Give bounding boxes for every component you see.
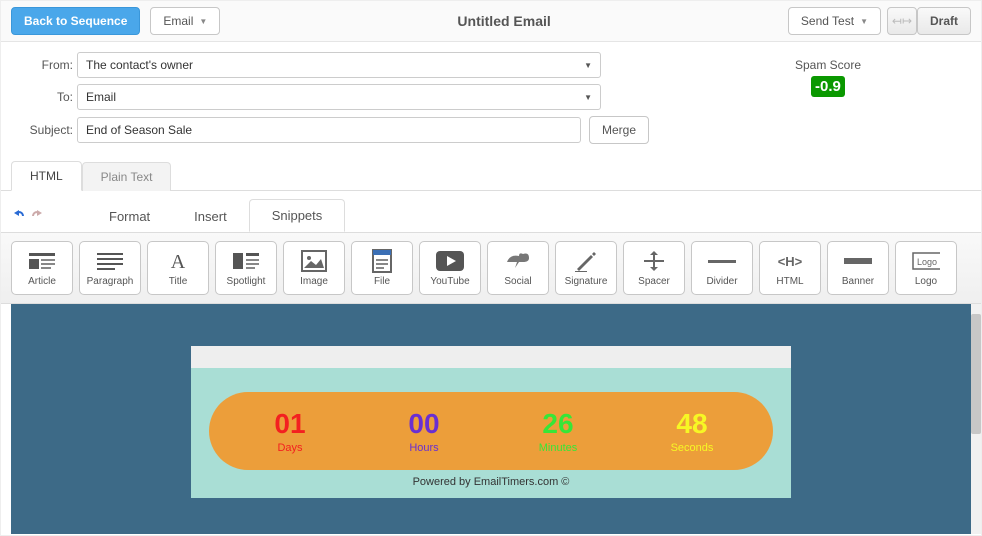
snippet-spacer-button[interactable]: Spacer: [623, 241, 685, 295]
snippet-label: Social: [504, 276, 531, 287]
topbar: Back to Sequence Email Untitled Email Se…: [1, 1, 981, 42]
email-body-preview: 01Days 00Hours 26Minutes 48Seconds Power…: [191, 346, 791, 498]
youtube-icon: [436, 249, 464, 273]
snippet-label: YouTube: [430, 276, 469, 287]
snippet-label: File: [374, 276, 390, 287]
snippet-label: Logo: [915, 276, 937, 287]
snippet-title-button[interactable]: A Title: [147, 241, 209, 295]
divider-icon: [708, 249, 736, 273]
merge-button[interactable]: Merge: [589, 116, 649, 144]
signature-icon: [572, 249, 600, 273]
spam-score-label: Spam Score: [795, 58, 861, 72]
redo-icon[interactable]: [29, 208, 45, 224]
paragraph-icon: [96, 249, 124, 273]
snippet-label: HTML: [776, 276, 803, 287]
send-test-button[interactable]: Send Test: [788, 7, 881, 35]
tab-plain-text[interactable]: Plain Text: [82, 162, 172, 191]
snippet-label: Article: [28, 276, 56, 287]
spotlight-icon: [232, 249, 260, 273]
image-icon: [300, 249, 328, 273]
snippet-divider-button[interactable]: Divider: [691, 241, 753, 295]
file-icon: [368, 249, 396, 273]
scrollbar-thumb[interactable]: [971, 314, 981, 434]
spacer-icon: [640, 249, 668, 273]
countdown-timer: 01Days 00Hours 26Minutes 48Seconds: [209, 392, 773, 470]
snippet-spotlight-button[interactable]: Spotlight: [215, 241, 277, 295]
snippet-banner-button[interactable]: Banner: [827, 241, 889, 295]
snippet-html-button[interactable]: <H> HTML: [759, 241, 821, 295]
vertical-scrollbar[interactable]: [971, 304, 981, 534]
article-icon: [28, 249, 56, 273]
snippet-youtube-button[interactable]: YouTube: [419, 241, 481, 295]
snippet-article-button[interactable]: Article: [11, 241, 73, 295]
snippet-label: Spotlight: [227, 276, 266, 287]
snippet-label: Paragraph: [87, 276, 134, 287]
html-icon: <H>: [776, 249, 804, 273]
to-select[interactable]: Email: [77, 84, 601, 110]
back-to-sequence-button[interactable]: Back to Sequence: [11, 7, 140, 35]
subject-label: Subject:: [11, 123, 73, 137]
svg-text:A: A: [171, 251, 186, 272]
snippet-label: Title: [169, 276, 188, 287]
social-icon: [504, 249, 532, 273]
snippet-logo-button[interactable]: Logo Logo: [895, 241, 957, 295]
snippet-file-button[interactable]: File: [351, 241, 413, 295]
email-meta-form: From: The contact's owner To: Email Subj…: [1, 42, 981, 154]
tab-format[interactable]: Format: [87, 201, 172, 232]
from-label: From:: [11, 58, 73, 72]
body-tabs: HTML Plain Text: [1, 160, 981, 191]
snippet-label: Image: [300, 276, 328, 287]
editor-menu-bar: Format Insert Snippets: [1, 191, 981, 232]
undo-icon[interactable]: [11, 208, 27, 224]
timer-seconds: 48Seconds: [652, 408, 732, 454]
snippet-paragraph-button[interactable]: Paragraph: [79, 241, 141, 295]
timer-hours: 00Hours: [384, 408, 464, 454]
banner-icon: [844, 249, 872, 273]
email-preview-header-bar: [191, 346, 791, 368]
snippet-label: Signature: [565, 276, 608, 287]
draft-button[interactable]: Draft: [917, 7, 971, 35]
snippet-image-button[interactable]: Image: [283, 241, 345, 295]
snippet-label: Divider: [706, 276, 737, 287]
nav-arrows-button[interactable]: ↤↦: [887, 7, 917, 35]
logo-icon: Logo: [912, 249, 940, 273]
email-canvas[interactable]: 01Days 00Hours 26Minutes 48Seconds Power…: [11, 304, 971, 534]
snippet-signature-button[interactable]: Signature: [555, 241, 617, 295]
spam-score-box: Spam Score -0.9: [795, 58, 861, 97]
powered-by-text: Powered by EmailTimers.com ©: [209, 470, 773, 490]
timer-days: 01Days: [250, 408, 330, 454]
snippet-toolbar: Article Paragraph A Title Spotlight Image File…: [1, 232, 981, 304]
subject-input[interactable]: [77, 117, 581, 143]
email-type-dropdown[interactable]: Email: [150, 7, 220, 35]
svg-text:<H>: <H>: [778, 254, 803, 269]
tab-snippets[interactable]: Snippets: [249, 199, 346, 232]
from-select[interactable]: The contact's owner: [77, 52, 601, 78]
tab-insert[interactable]: Insert: [172, 201, 249, 232]
editor-sub-tabs: Format Insert Snippets: [87, 199, 345, 232]
snippet-social-button[interactable]: Social: [487, 241, 549, 295]
svg-text:Logo: Logo: [917, 257, 937, 267]
snippet-label: Spacer: [638, 276, 670, 287]
page-title: Untitled Email: [220, 13, 788, 29]
spam-score-badge: -0.9: [811, 76, 845, 97]
tab-html[interactable]: HTML: [11, 161, 82, 191]
title-icon: A: [164, 249, 192, 273]
snippet-label: Banner: [842, 276, 874, 287]
to-label: To:: [11, 90, 73, 104]
timer-minutes: 26Minutes: [518, 408, 598, 454]
